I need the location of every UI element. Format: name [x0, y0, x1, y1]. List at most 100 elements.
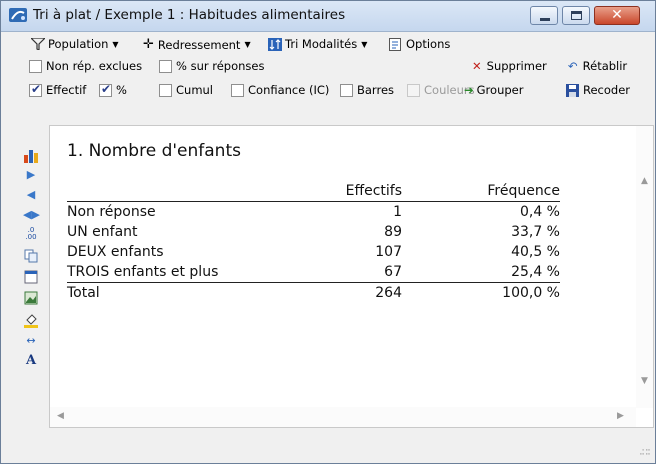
copy-icon[interactable] [23, 249, 39, 265]
col-effectifs-header: Effectifs [277, 181, 402, 202]
checkbox-box [159, 83, 172, 97]
row-label: Non réponse [67, 204, 156, 220]
table-header-row: Effectifs Fréquence [67, 181, 560, 202]
report-panel: 1. Nombre d'enfants Effectifs Fréquence … [49, 125, 654, 428]
table-row: UN enfant 89 33,7 % [67, 222, 560, 242]
options-button[interactable]: Options [389, 37, 450, 51]
pct-label: % [116, 83, 127, 97]
grouper-button[interactable]: ➔ Grouper [464, 83, 523, 97]
effectif-checkbox[interactable]: Effectif [29, 82, 86, 97]
status-bar: ⠠⠤ ⠤⠤ [1, 428, 655, 463]
chevron-down-icon: ▼ [112, 39, 119, 49]
toolbar-main: Population ▼ ✛ Redressement ▼ Tri Modalité… [1, 34, 655, 56]
bar-chart-icon[interactable] [23, 147, 39, 163]
undo-icon: ↶ [568, 59, 578, 73]
scroll-down-icon[interactable]: ▼ [641, 376, 648, 386]
confiance-checkbox[interactable]: Confiance (IC) [231, 83, 329, 97]
horizontal-scrollbar[interactable]: ◀ ▶ [50, 407, 636, 427]
row-frequence: 25,4 % [511, 264, 560, 280]
tri-modalites-menu[interactable]: Tri Modalités ▼ [268, 37, 367, 51]
app-icon [9, 8, 27, 22]
non-rep-exclues-label: Non rép. exclues [46, 59, 143, 73]
toolbar-display: Effectif % Cumul Confiance (IC) Barres C… [1, 80, 655, 102]
row-effectif: 107 [375, 244, 402, 260]
checkbox-box-disabled [407, 83, 420, 97]
resize-grip-icon[interactable]: ⠠⠤ ⠤⠤ [639, 445, 651, 459]
table-row: TROIS enfants et plus 67 25,4 % [67, 262, 560, 283]
total-label: Total [67, 282, 277, 303]
supprimer-button[interactable]: ✕ Supprimer [472, 59, 547, 73]
barres-label: Barres [357, 83, 395, 97]
sort-icon [268, 37, 282, 51]
grouper-label: Grouper [476, 83, 524, 97]
fill-color-icon[interactable] [23, 312, 39, 328]
close-button[interactable]: ✕ [594, 6, 640, 25]
column-width-icon[interactable]: ↔ [23, 333, 39, 349]
barres-checkbox[interactable]: Barres [340, 83, 394, 97]
recoder-button[interactable]: Recoder [566, 83, 630, 97]
font-icon[interactable]: A [23, 353, 39, 369]
vertical-scrollbar[interactable]: ▲ ▼ [636, 126, 653, 408]
next-icon[interactable]: ▶ [23, 167, 39, 183]
col-frequence-header: Fréquence [402, 181, 560, 202]
image-icon[interactable] [23, 291, 39, 307]
frequency-table: Effectifs Fréquence Non réponse 1 0,4 % … [67, 181, 560, 303]
population-menu[interactable]: Population ▼ [31, 37, 119, 51]
minimize-icon [540, 18, 550, 21]
app-window: Tri à plat / Exemple 1 : Habitudes alime… [0, 0, 656, 464]
swap-icon[interactable]: ◀▶ [23, 207, 40, 223]
scroll-up-icon[interactable]: ▲ [641, 176, 648, 186]
row-effectif: 67 [384, 264, 402, 280]
print-preview-icon[interactable] [23, 270, 39, 286]
supprimer-label: Supprimer [486, 59, 547, 73]
delete-icon: ✕ [472, 59, 482, 73]
chevron-down-icon: ▼ [244, 40, 251, 49]
retablir-label: Rétablir [582, 59, 628, 73]
retablir-button[interactable]: ↶ Rétablir [568, 59, 627, 73]
redressement-menu[interactable]: ✛ Redressement ▼ [143, 37, 251, 52]
confiance-label: Confiance (IC) [248, 83, 330, 97]
window-title: Tri à plat / Exemple 1 : Habitudes alime… [33, 7, 346, 23]
row-label: TROIS enfants et plus [67, 264, 219, 280]
population-label: Population [48, 37, 109, 51]
maximize-icon [571, 11, 582, 20]
checkbox-box [340, 83, 353, 97]
row-frequence: 33,7 % [511, 224, 560, 240]
table-total-row: Total 264 100,0 % [67, 282, 560, 303]
row-frequence: 40,5 % [511, 244, 560, 260]
scroll-right-icon[interactable]: ▶ [617, 411, 624, 421]
total-frequence: 100,0 % [402, 282, 560, 303]
row-effectif: 1 [393, 204, 402, 220]
chevron-down-icon: ▼ [361, 39, 368, 49]
options-icon [389, 37, 401, 51]
pct-sur-reponses-label: % sur réponses [176, 59, 265, 73]
title-bar: Tri à plat / Exemple 1 : Habitudes alime… [1, 1, 655, 32]
checkbox-box [159, 59, 172, 73]
previous-icon[interactable]: ◀ [23, 187, 39, 203]
total-effectif: 264 [277, 282, 402, 303]
move-icon: ✛ [143, 37, 154, 52]
checkbox-box-checked [29, 82, 42, 97]
pct-checkbox[interactable]: % [99, 82, 127, 97]
table-row: Non réponse 1 0,4 % [67, 202, 560, 223]
checkbox-box [231, 83, 244, 97]
toolbar-options: Non rép. exclues % sur réponses ✕ Suppri… [1, 56, 655, 78]
filter-icon [31, 38, 45, 50]
row-label: DEUX enfants [67, 244, 164, 260]
pct-sur-reponses-checkbox[interactable]: % sur réponses [159, 59, 264, 73]
maximize-button[interactable] [562, 6, 590, 25]
row-frequence: 0,4 % [519, 204, 560, 220]
non-rep-exclues-checkbox[interactable]: Non rép. exclues [29, 59, 142, 73]
scroll-left-icon[interactable]: ◀ [57, 411, 64, 421]
row-effectif: 89 [384, 224, 402, 240]
close-icon: ✕ [611, 7, 623, 23]
minimize-button[interactable] [530, 6, 558, 25]
table-header-blank [67, 181, 277, 202]
checkbox-box [29, 59, 42, 73]
cumul-checkbox[interactable]: Cumul [159, 83, 213, 97]
recoder-label: Recoder [583, 83, 631, 97]
checkbox-box-checked [99, 82, 112, 97]
decimals-icon[interactable]: .0 .00 [23, 227, 39, 243]
options-label: Options [406, 37, 451, 51]
table-row: DEUX enfants 107 40,5 % [67, 242, 560, 262]
